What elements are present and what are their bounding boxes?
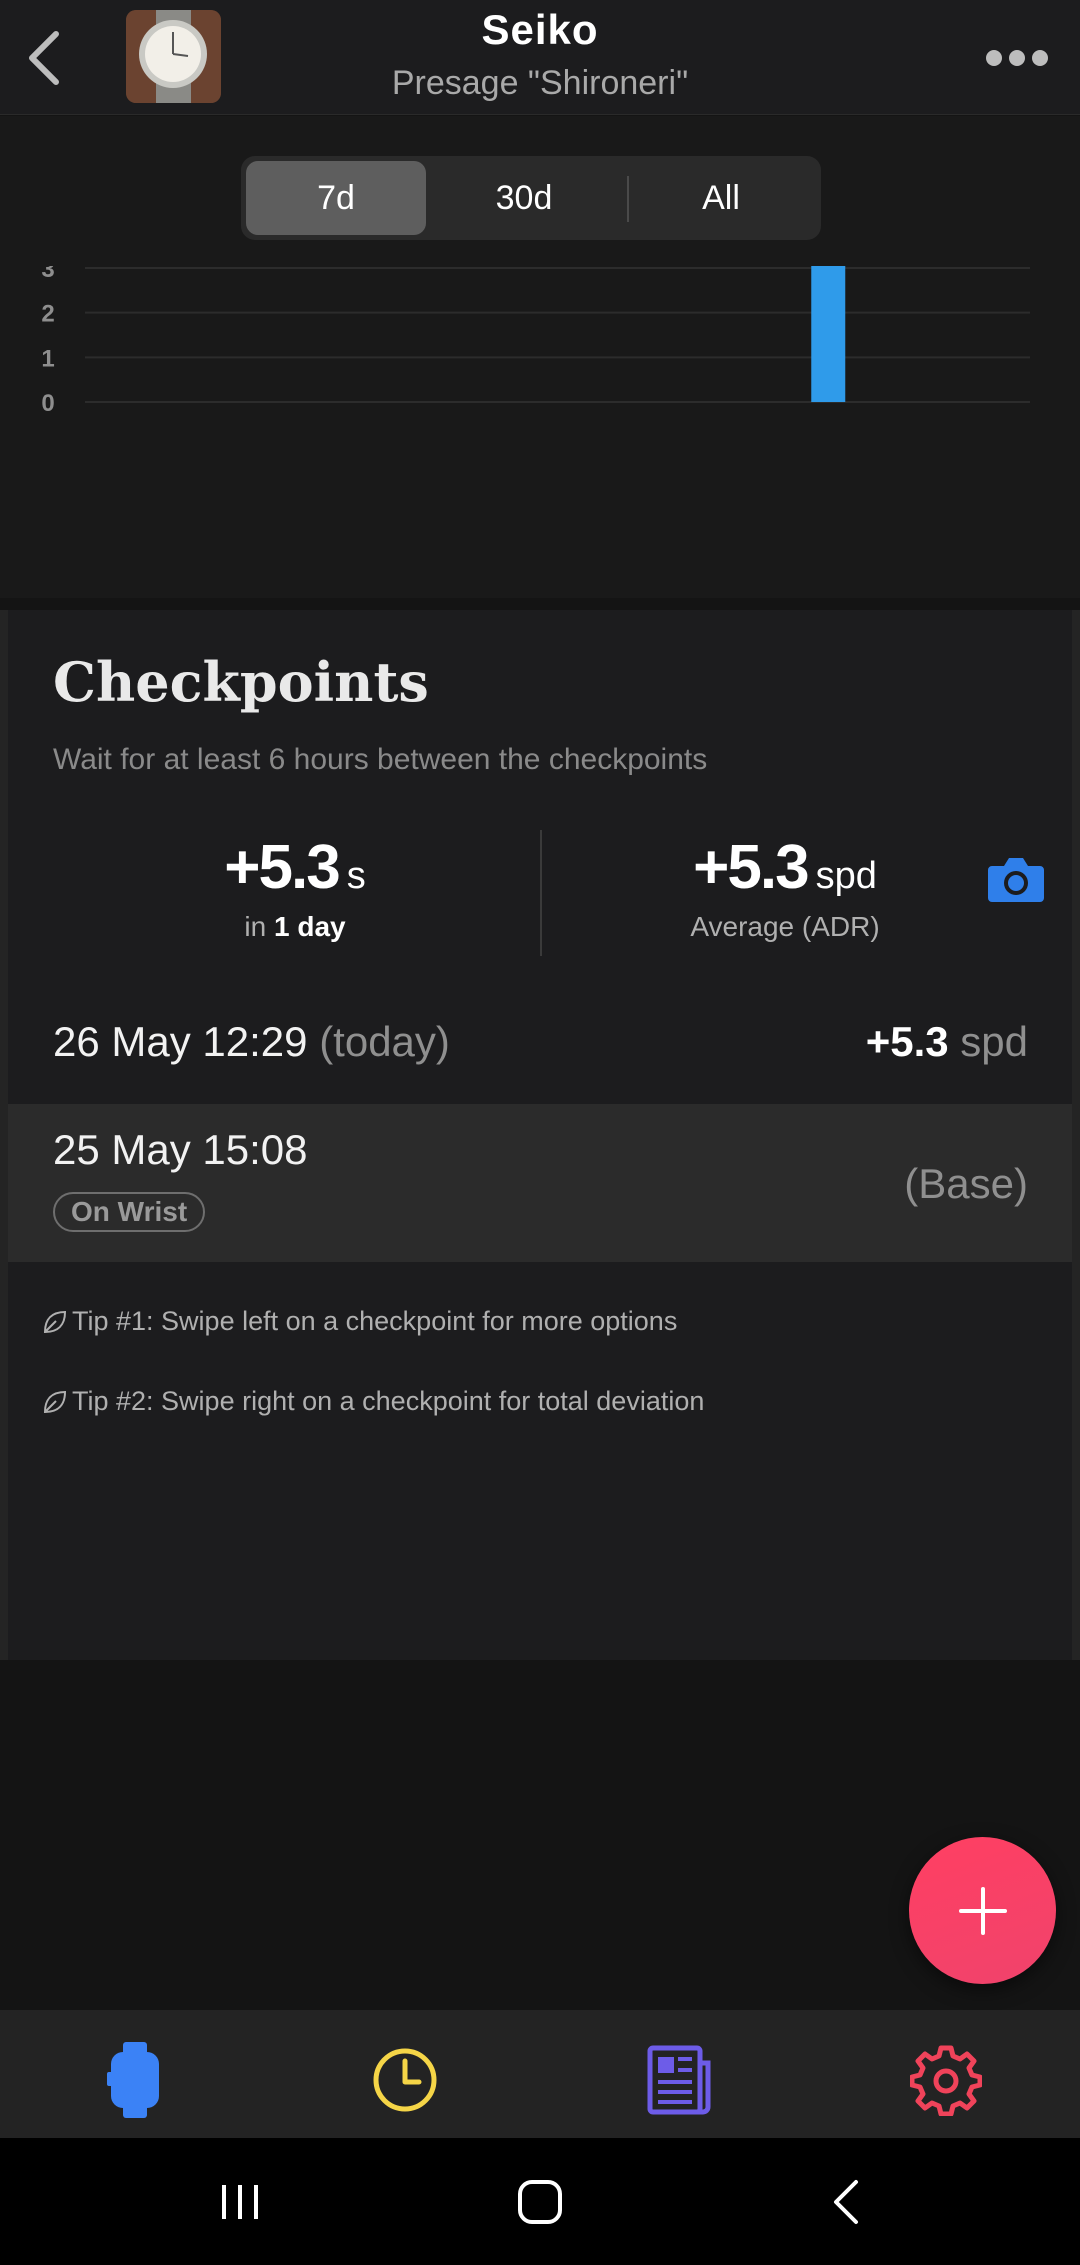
- bottom-tab-bar: [0, 2010, 1080, 2138]
- plus-icon: [958, 1886, 1007, 1935]
- clock-icon: [373, 2048, 437, 2112]
- checkpoint-date-line: 26 May 12:29 (today): [53, 1018, 450, 1066]
- tab-timer[interactable]: [365, 2040, 445, 2120]
- card-edge-left: [0, 610, 8, 1660]
- checkpoints-card: Checkpoints Wait for at least 6 hours be…: [0, 610, 1080, 1660]
- system-navigation-bar: [0, 2138, 1080, 2265]
- segment-divider: [627, 176, 629, 222]
- system-back-icon: [834, 2180, 858, 2224]
- card-edge-right: [1072, 610, 1080, 1660]
- add-checkpoint-button[interactable]: [909, 1837, 1056, 1984]
- checkpoint-row[interactable]: 25 May 15:08 On Wrist (Base): [0, 1104, 1080, 1262]
- tab-news[interactable]: [636, 2040, 716, 2120]
- page-title: Seiko: [481, 6, 599, 53]
- home-icon: [518, 2180, 562, 2224]
- checkpoint-note: (today): [319, 1018, 450, 1065]
- tab-all[interactable]: All: [631, 161, 811, 235]
- range-selector: 7d 30d All: [241, 156, 821, 240]
- top-bar: Seiko Presage "Shironeri": [0, 0, 1080, 115]
- average-rate: +5.3 spd Average (ADR): [630, 832, 940, 943]
- tab-watches[interactable]: [95, 2040, 175, 2120]
- recents-button[interactable]: [200, 2172, 280, 2232]
- checkpoint-date: 26 May 12:29: [53, 1018, 308, 1065]
- on-wrist-badge: On Wrist: [53, 1192, 206, 1232]
- deviation-chart: 6543210: [41, 266, 1030, 417]
- total-deviation-value-line: +5.3 s: [145, 832, 445, 903]
- tab-settings[interactable]: [906, 2040, 986, 2120]
- recents-icon: [222, 2185, 258, 2219]
- home-button[interactable]: [500, 2172, 580, 2232]
- total-deviation-prefix: in: [244, 911, 267, 942]
- tip-1: Tip #1: Swipe left on a checkpoint for m…: [42, 1306, 677, 1337]
- y-tick-label: 2: [41, 301, 54, 328]
- total-deviation-period: 1 day: [273, 911, 346, 942]
- total-deviation-unit: s: [346, 855, 366, 897]
- more-icon-dot: [1032, 50, 1048, 66]
- tip-2-text: Tip #2: Swipe right on a checkpoint for …: [72, 1386, 705, 1416]
- more-button[interactable]: [982, 40, 1052, 76]
- more-icon: [986, 50, 1002, 66]
- checkpoints-title: Checkpoints: [53, 650, 429, 714]
- tip-1-text: Tip #1: Swipe left on a checkpoint for m…: [72, 1306, 678, 1336]
- checkpoints-hint: Wait for at least 6 hours between the ch…: [53, 743, 708, 776]
- chart-bar: [811, 266, 846, 402]
- leaf-icon: [43, 1310, 67, 1333]
- average-rate-value-line: +5.3 spd: [630, 832, 940, 903]
- checkpoint-date: 25 May 15:08: [53, 1126, 308, 1173]
- average-rate-label: Average (ADR): [690, 911, 880, 942]
- tab-30d[interactable]: 30d: [434, 161, 614, 235]
- y-tick-label: 1: [41, 345, 54, 372]
- system-back-button[interactable]: [806, 2172, 886, 2232]
- total-deviation-period-line: in 1 day: [145, 911, 445, 943]
- tab-7d[interactable]: 7d: [246, 161, 426, 235]
- more-icon-dot: [1009, 50, 1025, 66]
- average-rate-value: +5.3: [693, 833, 809, 902]
- gear-icon: [910, 2045, 982, 2116]
- checkpoint-base-label: (Base): [904, 1160, 1028, 1207]
- watch-icon: [107, 2042, 159, 2118]
- total-deviation: +5.3 s in 1 day: [145, 832, 445, 943]
- total-deviation-value: +5.3: [224, 833, 340, 902]
- checkpoint-value-line: +5.3 spd: [866, 1018, 1028, 1066]
- stat-divider: [540, 830, 542, 956]
- camera-button[interactable]: [988, 854, 1044, 902]
- average-rate-unit: spd: [815, 855, 877, 897]
- checkpoint-unit: spd: [960, 1018, 1028, 1065]
- checkpoint-value: +5.3: [865, 1018, 949, 1065]
- checkpoint-row[interactable]: 26 May 12:29 (today) +5.3 spd: [0, 990, 1080, 1094]
- page-subtitle: Presage "Shironeri": [391, 64, 689, 102]
- newspaper-icon: [647, 2045, 711, 2115]
- camera-icon: [988, 858, 1044, 902]
- leaf-icon: [43, 1390, 67, 1413]
- y-tick-label: 3: [41, 266, 54, 283]
- chart-panel: 7d 30d All 6543210: [0, 116, 1080, 598]
- tip-2: Tip #2: Swipe right on a checkpoint for …: [42, 1386, 704, 1417]
- y-tick-label: 0: [41, 390, 54, 417]
